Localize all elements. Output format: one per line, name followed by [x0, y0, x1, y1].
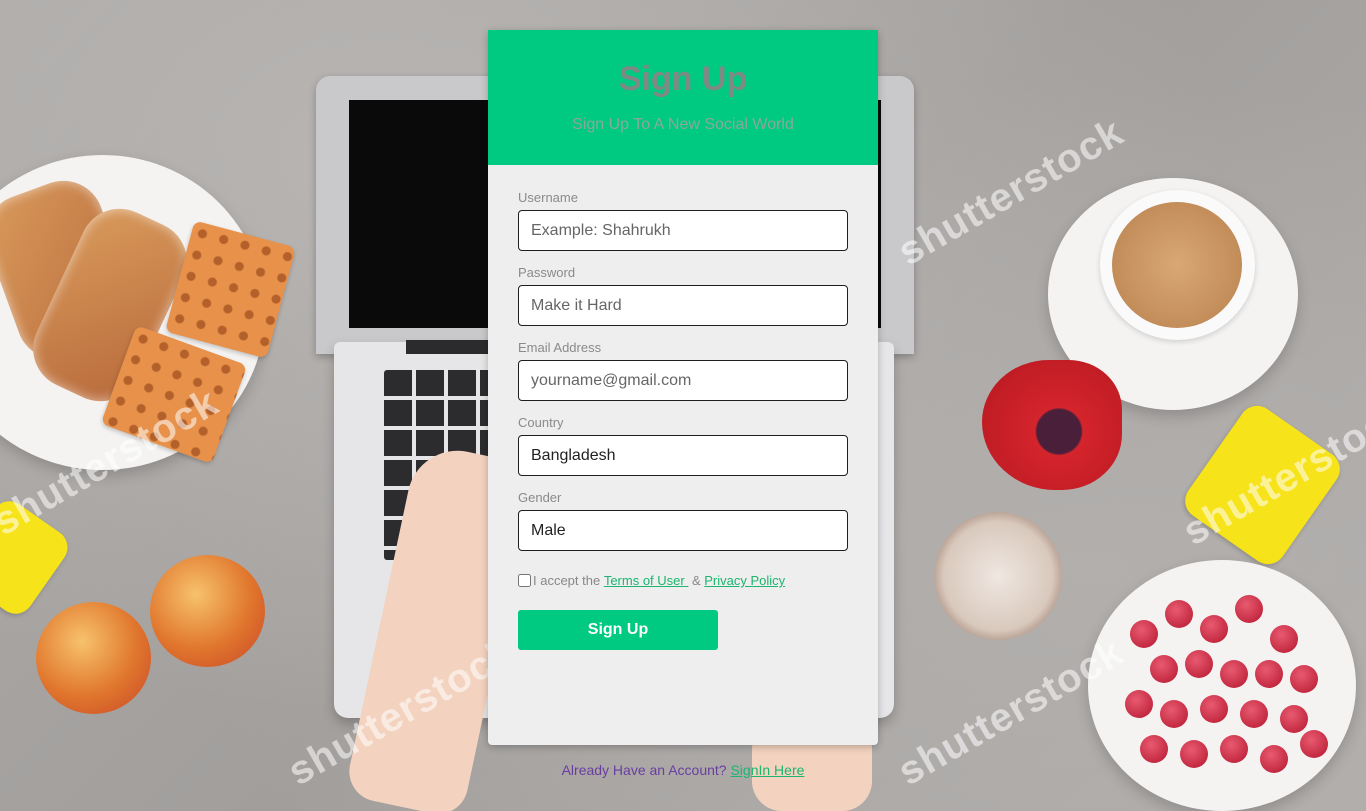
- card-header: Sign Up Sign Up To A New Social World: [488, 30, 878, 165]
- gender-label: Gender: [518, 490, 562, 505]
- terms-joiner: &: [688, 573, 705, 588]
- page-subtitle: Sign Up To A New Social World: [572, 116, 794, 133]
- signup-button[interactable]: Sign Up: [518, 610, 718, 650]
- cream-cake: [934, 512, 1062, 640]
- username-input[interactable]: [518, 210, 848, 251]
- signup-form: Username Password Email Address Country …: [488, 165, 878, 650]
- terms-checkbox[interactable]: [518, 574, 531, 587]
- email-field-group: Email Address: [518, 340, 848, 401]
- signup-card: Sign Up Sign Up To A New Social World Us…: [488, 30, 878, 745]
- page-title: Sign Up: [618, 60, 748, 98]
- password-label: Password: [518, 265, 576, 280]
- peach: [36, 602, 151, 714]
- email-input[interactable]: [518, 360, 848, 401]
- privacy-policy-link[interactable]: Privacy Policy: [704, 573, 785, 588]
- peach: [150, 555, 265, 667]
- gender-input[interactable]: [518, 510, 848, 551]
- email-label: Email Address: [518, 340, 602, 355]
- gender-field-group: Gender: [518, 490, 848, 551]
- coffee: [1112, 202, 1242, 328]
- username-field-group: Username: [518, 190, 848, 251]
- password-field-group: Password: [518, 265, 848, 326]
- country-field-group: Country: [518, 415, 848, 476]
- password-input[interactable]: [518, 285, 848, 326]
- terms-prefix: I accept the: [533, 573, 604, 588]
- jelly-cake: [982, 360, 1122, 490]
- country-label: Country: [518, 415, 564, 430]
- username-label: Username: [518, 190, 578, 205]
- terms-of-use-link[interactable]: Terms of User: [604, 573, 689, 588]
- signin-prompt-text: Already Have an Account?: [561, 762, 731, 778]
- terms-row: I accept the Terms of User & Privacy Pol…: [518, 573, 848, 588]
- signin-link[interactable]: SignIn Here: [730, 762, 804, 778]
- signin-prompt: Already Have an Account? SignIn Here: [0, 762, 1366, 778]
- country-input[interactable]: [518, 435, 848, 476]
